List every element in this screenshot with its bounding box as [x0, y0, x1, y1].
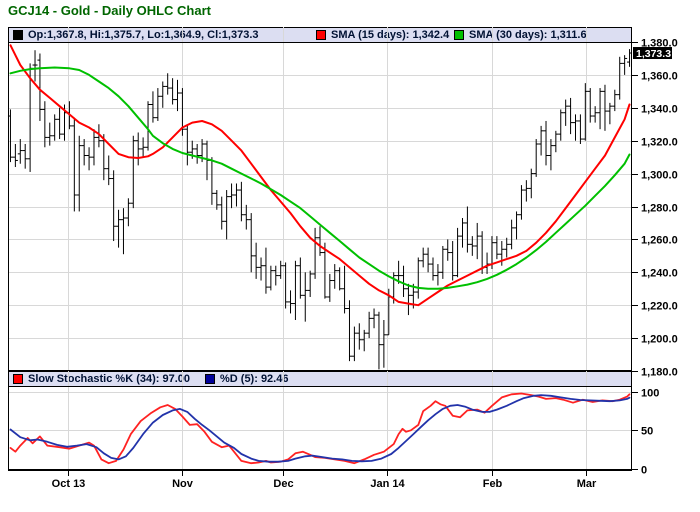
sma15-swatch-icon: [316, 30, 326, 40]
y-axis-label: 1,380.0: [641, 38, 678, 50]
stoch-axis-label: 0: [641, 465, 647, 477]
last-price-tag: [633, 47, 672, 60]
y-axis-label: 1,240.0: [641, 268, 678, 280]
percent-k-line: [9, 392, 631, 465]
stoch-axis-label: 50: [641, 426, 653, 438]
legend-ohlc-label: Op:1,367.8, Hi:1,375.7, Lo:1,364.9, Cl:1…: [28, 29, 259, 41]
legend-item-sma30: SMA (30 days): 1,311.6: [454, 28, 587, 42]
chart-container: GCJ14 - Gold - Daily OHLC Chart Op:1,367…: [0, 0, 700, 512]
legend-item-sma15: SMA (15 days): 1,342.4: [316, 28, 449, 42]
stoch-plot-border: [8, 386, 632, 470]
y-axis-label: 1,320.0: [641, 137, 678, 149]
legend-stoch-k-label: Slow Stochastic %K (34): 97.00: [28, 373, 190, 385]
ohlc-swatch-icon: [13, 30, 23, 40]
percent-d-line: [9, 394, 631, 463]
x-axis-label: Nov: [172, 478, 194, 490]
stoch-d-swatch-icon: [205, 374, 215, 384]
y-axis-label: 1,180.0: [641, 367, 678, 379]
y-axis-label: 1,300.0: [641, 170, 678, 182]
y-axis-label: 1,360.0: [641, 71, 678, 83]
x-axis-label: Dec: [273, 478, 293, 490]
sma15-line: [9, 44, 631, 307]
y-axis-label: 1,220.0: [641, 301, 678, 313]
legend-stoch-d-label: %D (5): 92.46: [220, 373, 289, 385]
sma30-swatch-icon: [454, 30, 464, 40]
legend-item-ohlc: Op:1,367.8, Hi:1,375.7, Lo:1,364.9, Cl:1…: [13, 28, 259, 42]
y-axis-label: 1,340.0: [641, 104, 678, 116]
legend-item-stoch-k: Slow Stochastic %K (34): 97.00: [13, 372, 190, 386]
price-and-stochastic-plot: Oct 13 Nov Dec Jan 14 Feb Mar 1,380.0 1,360.0 1,…: [7, 27, 678, 490]
legend-sma15-label: SMA (15 days): 1,342.4: [331, 29, 450, 41]
x-axis-label: Feb: [483, 478, 503, 490]
x-axis-label: Mar: [577, 478, 597, 490]
legend-sma30-label: SMA (30 days): 1,311.6: [469, 29, 587, 41]
sma30-line: [9, 66, 631, 290]
x-axis-label: Oct 13: [52, 478, 86, 490]
main-chart-legend: Op:1,367.8, Hi:1,375.7, Lo:1,364.9, Cl:1…: [8, 27, 632, 43]
x-axis-label: Jan 14: [370, 478, 405, 490]
y-axis-label: 1,280.0: [641, 203, 678, 215]
stochastic-legend: Slow Stochastic %K (34): 97.00 %D (5): 9…: [8, 371, 632, 387]
legend-item-stoch-d: %D (5): 92.46: [205, 372, 288, 386]
y-axis-label: 1,200.0: [641, 334, 678, 346]
last-price-label: 1,373.3: [636, 48, 671, 60]
y-axis-label: 1,260.0: [641, 235, 678, 247]
stoch-k-swatch-icon: [13, 374, 23, 384]
main-plot-border: [8, 42, 632, 371]
page-title: GCJ14 - Gold - Daily OHLC Chart: [8, 3, 211, 18]
stoch-axis-label: 100: [641, 388, 659, 400]
